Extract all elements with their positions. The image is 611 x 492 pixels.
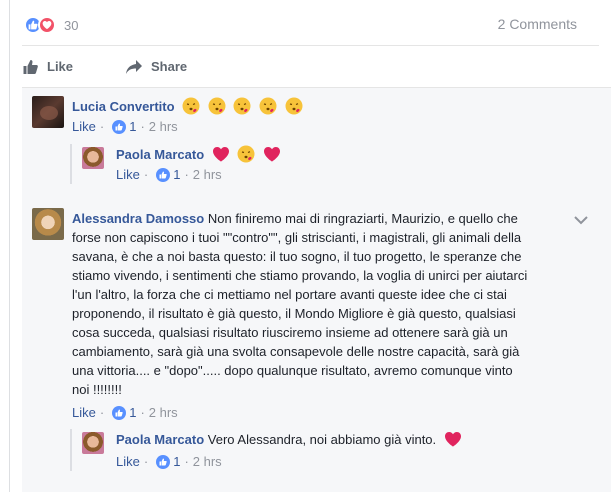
comment-timestamp[interactable]: 2 hrs [149, 405, 178, 420]
comment-text-line: cambiamento, sarà già una svolta consape… [72, 344, 520, 359]
comment-text-line: noi !!!!!!!! [72, 382, 122, 397]
kissing-face-emoji-icon [285, 97, 303, 115]
separator-dot: · [143, 167, 149, 182]
comment-text-line: stiamo vivendo, i sentimenti che stiamo … [72, 268, 528, 283]
reply-thread-rule [70, 429, 72, 471]
separator-dot: · [140, 405, 145, 420]
comments-count-link[interactable]: 2 Comments [498, 16, 577, 32]
like-count-icon [112, 119, 127, 134]
reply-meta: Like · 1 · 2 hrs [116, 454, 222, 469]
avatar[interactable] [82, 432, 104, 454]
heart-emoji-icon [444, 432, 461, 447]
comment-like-link[interactable]: Like [72, 405, 96, 420]
separator-dot: · [184, 454, 189, 469]
thumbs-up-icon [23, 59, 38, 74]
comments-panel: Lucia Convertito Like · 1 · 2 hrs Paola … [22, 87, 611, 492]
kissing-face-emoji-icon [182, 97, 200, 115]
comment-meta: Like · 1 · 2 hrs [72, 405, 178, 420]
reply-like-link[interactable]: Like [116, 167, 140, 182]
like-button-label: Like [47, 59, 74, 74]
comment-author[interactable]: Alessandra Damosso [72, 211, 204, 226]
separator-dot: · [99, 119, 105, 134]
avatar[interactable] [32, 96, 64, 128]
comment-like-link[interactable]: Like [72, 119, 96, 134]
chevron-down-icon[interactable] [573, 214, 589, 226]
reply-author[interactable]: Paola Marcato [116, 432, 204, 447]
action-bar: Like Share [22, 45, 599, 87]
comment-body: Lucia Convertito [72, 97, 592, 116]
comment-like-count[interactable]: 1 [129, 405, 136, 420]
reply-author[interactable]: Paola Marcato [116, 147, 204, 162]
love-reaction-icon [38, 16, 56, 34]
avatar[interactable] [82, 147, 104, 169]
kissing-face-emoji-icon [233, 97, 251, 115]
comment-like-count[interactable]: 1 [129, 119, 136, 134]
kissing-face-emoji-icon [259, 97, 277, 115]
separator-dot: · [99, 405, 105, 420]
post-footer: 30 2 Comments Like Share Lucia Convertit… [9, 0, 611, 492]
reply-timestamp[interactable]: 2 hrs [193, 167, 222, 182]
share-button[interactable]: Share [125, 59, 187, 75]
like-button[interactable]: Like [22, 59, 73, 75]
reaction-count[interactable]: 30 [64, 18, 78, 33]
comment-text-line: una vittoria.... e "dopo"..... dopo qual… [72, 363, 513, 378]
emoji-group [178, 97, 303, 115]
kissing-face-emoji-icon [237, 145, 255, 163]
share-arrow-icon [126, 59, 143, 74]
reply-body: Paola Marcato Vero Alessandra, noi abbia… [116, 430, 596, 449]
comment-text-line: proponendo, il risultato è già questo, i… [72, 306, 516, 321]
comment-text-line: l'un l'altro, la forza che ci mettiamo n… [72, 287, 507, 302]
comment-meta: Like · 1 · 2 hrs [72, 119, 178, 134]
reply-meta: Like · 1 · 2 hrs [116, 167, 222, 182]
comment-timestamp[interactable]: 2 hrs [149, 119, 178, 134]
separator-dot: · [184, 167, 189, 182]
reply-like-link[interactable]: Like [116, 454, 140, 469]
reply-body: Paola Marcato [116, 145, 596, 164]
like-count-icon [156, 167, 171, 182]
comment-text-line: cosa succeda, qualsiasi risultato riusci… [72, 325, 508, 340]
comment-text-line: savana, è che a noi basta questo: il tuo… [72, 249, 522, 264]
avatar[interactable] [32, 208, 64, 240]
comment-author[interactable]: Lucia Convertito [72, 99, 175, 114]
heart-emoji-icon [212, 147, 229, 162]
reply-like-count[interactable]: 1 [173, 167, 180, 182]
like-count-icon [112, 405, 127, 420]
comment-text-line: Non finiremo mai di ringraziarti, Mauriz… [207, 211, 518, 226]
reply-text: Vero Alessandra, noi abbiamo già vinto. [207, 432, 437, 447]
like-count-icon [156, 454, 171, 469]
heart-emoji-icon [264, 147, 281, 162]
reply-timestamp[interactable]: 2 hrs [193, 454, 222, 469]
kissing-face-emoji-icon [208, 97, 226, 115]
separator-dot: · [140, 119, 145, 134]
reply-like-count[interactable]: 1 [173, 454, 180, 469]
reply-thread-rule [70, 144, 72, 184]
share-button-label: Share [151, 59, 188, 74]
comment-body: Alessandra Damosso Non finiremo mai di r… [72, 209, 572, 399]
comment-text-line: forse non capiscono i tuoi ""contro"", g… [72, 230, 522, 245]
separator-dot: · [143, 454, 149, 469]
reactions-summary[interactable]: 30 [24, 14, 78, 36]
